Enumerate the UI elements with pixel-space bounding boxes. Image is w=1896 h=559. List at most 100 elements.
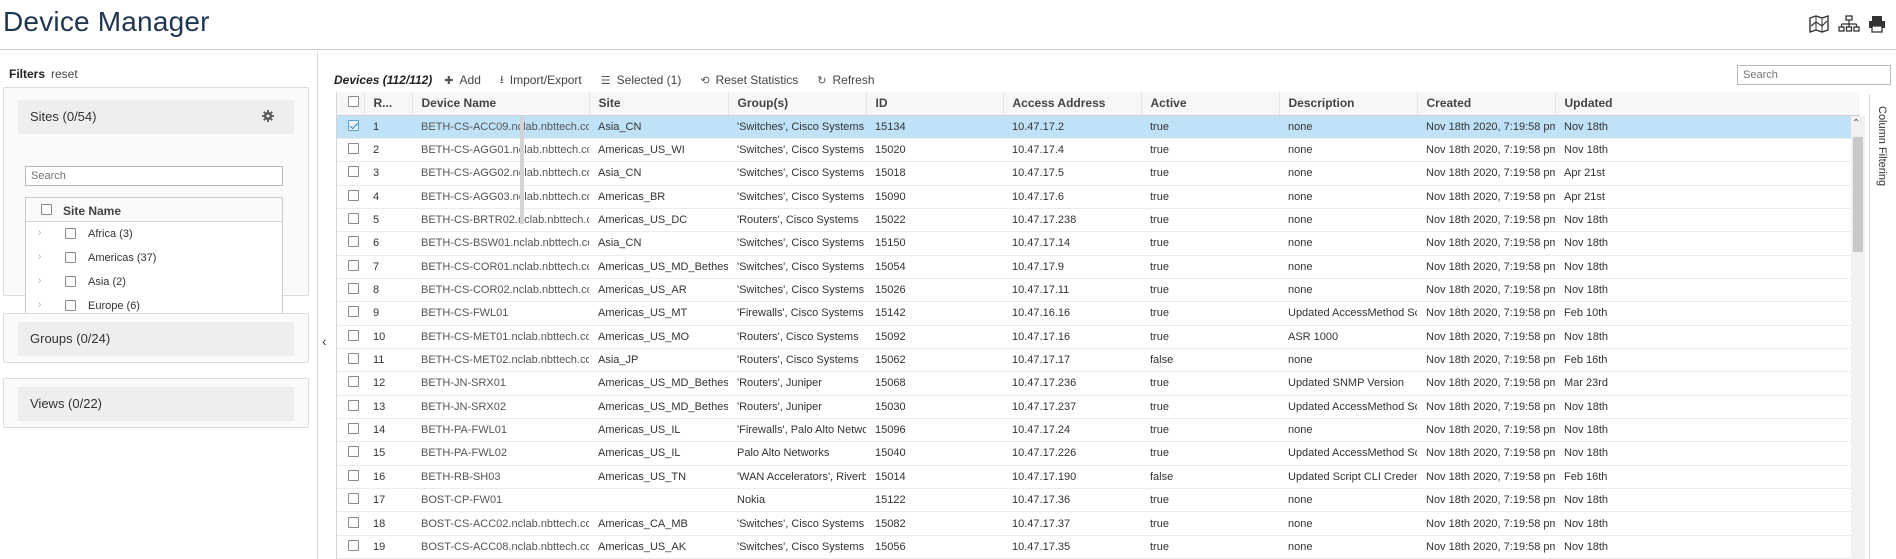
site-tree-item[interactable]: › Americas (37)	[26, 246, 282, 270]
row-select-cell[interactable]	[337, 161, 364, 186]
row-select-cell[interactable]	[337, 535, 364, 559]
row-select-cell[interactable]	[337, 231, 364, 256]
row-select-cell[interactable]	[337, 325, 364, 349]
row-checkbox[interactable]	[348, 166, 359, 178]
row-select-cell[interactable]	[337, 488, 364, 513]
row-select-cell[interactable]	[337, 185, 364, 209]
site-checkbox[interactable]	[65, 228, 76, 239]
map-icon[interactable]	[1808, 14, 1830, 34]
table-row[interactable]: 15 BETH-PA-FWL02 Americas_US_IL Palo Alto N…	[337, 441, 1860, 466]
select-all-header[interactable]	[337, 92, 365, 116]
row-checkbox[interactable]	[348, 469, 359, 481]
row-select-cell[interactable]	[337, 115, 364, 139]
row-select-cell[interactable]	[337, 301, 364, 326]
row-checkbox[interactable]	[348, 306, 359, 318]
site-search-input[interactable]	[25, 166, 283, 186]
topology-icon[interactable]	[1838, 14, 1860, 34]
select-all-checkbox[interactable]	[348, 96, 359, 108]
refresh-button[interactable]: ↻ Refresh	[817, 73, 874, 87]
table-row[interactable]: 13 BETH-JN-SRX02 Americas_US_MD_Bethesda 'R…	[337, 395, 1860, 419]
row-select-cell[interactable]	[337, 278, 364, 303]
table-row[interactable]: 4 BETH-CS-AGG03.nclab.nbttech.com Americas…	[337, 185, 1860, 209]
chevron-right-icon[interactable]: ›	[38, 275, 41, 286]
column-header[interactable]: Created	[1417, 92, 1556, 116]
table-row[interactable]: 7 BETH-CS-COR01.nclab.nbttech.com Americas…	[337, 255, 1860, 279]
select-all-sites-checkbox[interactable]	[41, 204, 52, 215]
table-row[interactable]: 9 BETH-CS-FWL01 Americas_US_MT 'Firewalls',…	[337, 301, 1860, 326]
selected-button[interactable]: ☰ Selected (1)	[601, 73, 682, 87]
row-checkbox[interactable]	[348, 236, 359, 248]
row-select-cell[interactable]	[337, 371, 364, 396]
column-header[interactable]: R...	[364, 92, 413, 116]
table-row[interactable]: 12 BETH-JN-SRX01 Americas_US_MD_Bethesda 'R…	[337, 371, 1860, 396]
table-row[interactable]: 17 BOST-CP-FW01 Nokia 15122 10.47.17.36 true n…	[337, 488, 1860, 513]
filters-reset-link[interactable]: reset	[51, 67, 78, 81]
table-row[interactable]: 1 BETH-CS-ACC09.nclab.nbttech.com Asia_CN '…	[337, 115, 1860, 139]
gear-icon[interactable]	[262, 110, 274, 122]
sites-panel-header[interactable]: Sites (0/54)	[18, 100, 294, 134]
site-checkbox[interactable]	[65, 300, 76, 311]
table-row[interactable]: 2 BETH-CS-AGG01.nclab.nbttech.com Americas…	[337, 138, 1860, 163]
row-select-cell[interactable]	[337, 441, 364, 466]
row-select-cell[interactable]	[337, 208, 364, 233]
row-checkbox[interactable]	[348, 353, 359, 365]
reset-statistics-button[interactable]: ⟲ Reset Statistics	[700, 73, 798, 87]
add-button[interactable]: ✚ Add	[444, 73, 481, 87]
table-row[interactable]: 11 BETH-CS-MET02.nclab.nbttech.com Asia_JP…	[337, 348, 1860, 373]
collapse-sidebar-icon[interactable]: ‹	[322, 333, 327, 349]
row-select-cell[interactable]	[337, 255, 364, 279]
row-select-cell[interactable]	[337, 418, 364, 443]
row-select-cell[interactable]	[337, 138, 364, 163]
row-checkbox[interactable]	[348, 283, 359, 295]
device-search-input[interactable]	[1737, 65, 1891, 85]
table-scrollbar[interactable]: ⌃	[1851, 116, 1865, 559]
row-checkbox[interactable]	[348, 259, 359, 271]
table-row[interactable]: 19 BOST-CS-ACC08.nclab.nbttech.com America…	[337, 535, 1860, 559]
row-checkbox[interactable]	[348, 213, 359, 225]
groups-panel-header[interactable]: Groups (0/24)	[18, 322, 294, 356]
row-checkbox[interactable]	[348, 376, 359, 388]
column-filtering-tab[interactable]: Column Filtering	[1869, 94, 1894, 559]
scroll-up-icon[interactable]: ⌃	[1852, 118, 1860, 129]
column-header[interactable]: Device Name	[412, 92, 590, 116]
site-checkbox[interactable]	[65, 276, 76, 287]
table-row[interactable]: 18 BOST-CS-ACC02.nclab.nbttech.com America…	[337, 511, 1860, 536]
column-resize-handle[interactable]	[520, 117, 524, 224]
row-select-cell[interactable]	[337, 465, 364, 490]
site-name-column[interactable]: Site Name	[63, 204, 121, 218]
import-export-button[interactable]: ⭳ Import/Export	[500, 71, 582, 90]
row-checkbox[interactable]	[348, 143, 359, 155]
table-row[interactable]: 10 BETH-CS-MET01.nclab.nbttech.com America…	[337, 325, 1860, 349]
row-checkbox[interactable]	[348, 446, 359, 458]
site-tree-item[interactable]: › Africa (3)	[26, 222, 282, 246]
row-checkbox[interactable]	[348, 539, 359, 551]
print-icon[interactable]	[1868, 14, 1890, 34]
table-row[interactable]: 16 BETH-RB-SH03 Americas_US_TN 'WAN Acceler…	[337, 465, 1860, 490]
row-checkbox[interactable]	[348, 399, 359, 411]
table-row[interactable]: 3 BETH-CS-AGG02.nclab.nbttech.com Asia_CN '…	[337, 161, 1860, 186]
column-header[interactable]: ID	[866, 92, 1004, 116]
table-row[interactable]: 6 BETH-CS-BSW01.nclab.nbttech.com Asia_CN '…	[337, 231, 1860, 256]
table-row[interactable]: 5 BETH-CS-BRTR02.nclab.nbttech.com America…	[337, 208, 1860, 233]
row-select-cell[interactable]	[337, 395, 364, 419]
row-checkbox[interactable]	[348, 516, 359, 528]
row-select-cell[interactable]	[337, 511, 364, 536]
row-checkbox[interactable]	[348, 493, 359, 505]
row-checkbox[interactable]	[348, 189, 359, 201]
row-checkbox[interactable]	[348, 423, 359, 435]
column-header[interactable]: Updated	[1555, 92, 1860, 116]
row-checkbox[interactable]	[348, 119, 359, 131]
column-header[interactable]: Site	[589, 92, 729, 116]
row-checkbox[interactable]	[348, 329, 359, 341]
site-checkbox[interactable]	[65, 252, 76, 263]
column-header[interactable]: Active	[1141, 92, 1280, 116]
site-tree-item[interactable]: › Asia (2)	[26, 270, 282, 294]
column-header[interactable]: Group(s)	[728, 92, 867, 116]
column-header[interactable]: Description	[1279, 92, 1418, 116]
chevron-right-icon[interactable]: ›	[38, 299, 41, 310]
table-row[interactable]: 8 BETH-CS-COR02.nclab.nbttech.com Americas…	[337, 278, 1860, 303]
table-row[interactable]: 14 BETH-PA-FWL01 Americas_US_IL 'Firewalls'…	[337, 418, 1860, 443]
scrollbar-thumb[interactable]	[1853, 137, 1863, 252]
row-select-cell[interactable]	[337, 348, 364, 373]
chevron-right-icon[interactable]: ›	[38, 227, 41, 238]
